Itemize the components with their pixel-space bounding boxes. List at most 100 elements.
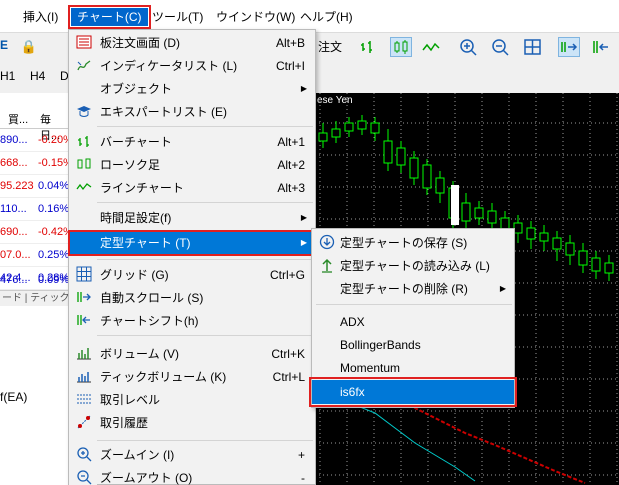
chart-shift-icon [75, 312, 93, 330]
new-order-label[interactable]: 注文 [318, 38, 342, 55]
market-row[interactable]: 07.0... 0.25% [0, 244, 70, 267]
menu-item-label: ボリューム (V) [100, 347, 179, 361]
chart-shift-tool-icon[interactable] [590, 37, 612, 57]
menu-item-shortcut: Alt+B [275, 36, 305, 50]
timeframe-h4[interactable]: H4 [30, 69, 45, 83]
menu-separator [97, 202, 313, 203]
market-watch-header: 買... 毎日... [0, 93, 70, 142]
menu-item-volumes[interactable]: ボリューム (V) Ctrl+K [69, 343, 315, 365]
candle-body [318, 132, 328, 142]
candle-body [344, 122, 354, 132]
menu-item-trade-history[interactable]: 取引履歴 [69, 412, 315, 434]
menu-item-label: ズームアウト (O) [100, 471, 193, 485]
change-value: 0.09% [38, 274, 70, 286]
menu-separator [97, 335, 313, 336]
tile-windows-icon[interactable] [522, 37, 544, 57]
market-row[interactable]: 476... 0.09% [0, 272, 70, 290]
trade-history-icon [75, 414, 93, 432]
menu-item-shortcut: Alt+3 [277, 181, 305, 195]
menu-item-tick-volumes[interactable]: ティックボリューム (K) Ctrl+L [69, 366, 315, 388]
submenu-arrow-icon: ▶ [300, 84, 307, 93]
menu-item-auto-scroll[interactable]: 自動スクロール (S) [69, 287, 315, 309]
line-chart-tool-icon[interactable] [420, 37, 442, 57]
menu-item-save-template[interactable]: 定型チャートの保存 (S) [312, 232, 514, 254]
menu-item-zoom-out[interactable]: ズームアウト (O) - [69, 467, 315, 485]
timeframe-h1[interactable]: H1 [0, 69, 15, 83]
menu-item-candlesticks[interactable]: ローソク足 Alt+2 [69, 154, 315, 176]
menu-item-label: エキスパートリスト (E) [100, 105, 227, 119]
candle-body [383, 140, 393, 164]
menu-item-template-bollingerbands[interactable]: BollingerBands [312, 334, 514, 356]
experts-icon [75, 103, 93, 121]
menu-item-shortcut: - [301, 471, 305, 485]
candlestick-tool-icon[interactable] [390, 37, 412, 57]
menu-item-label: ローソク足 [100, 158, 161, 172]
menu-item-label: 定型チャートの保存 (S) [340, 236, 468, 250]
candle-body [474, 207, 484, 219]
menu-item-line-chart[interactable]: ラインチャート Alt+3 [69, 177, 315, 199]
menu-item-trade-levels[interactable]: 取引レベル [69, 389, 315, 411]
market-row[interactable]: 95.223 0.04% [0, 175, 70, 198]
menu-window[interactable]: ウインドウ(W) [210, 8, 301, 26]
candle-body [331, 128, 341, 138]
menu-item-label: 時間足設定(f) [100, 211, 172, 225]
change-value: 0.16% [38, 203, 70, 215]
menu-item-indicators-list[interactable]: インディケータリスト (L) Ctrl+I [69, 55, 315, 77]
menu-item-label: バーチャート [100, 135, 172, 149]
menu-insert[interactable]: 挿入(I) [17, 8, 64, 26]
menu-item-template-momentum[interactable]: Momentum [312, 357, 514, 379]
candle-body [409, 157, 419, 179]
zoom-out-tool-icon[interactable] [490, 37, 512, 57]
menu-item-grid[interactable]: グリッド (G) Ctrl+G [69, 264, 315, 286]
candle-body [578, 250, 588, 266]
trade-levels-icon [75, 391, 93, 409]
menu-item-objects[interactable]: オブジェクト ▶ [69, 78, 315, 100]
market-row[interactable]: 110... 0.16% [0, 198, 70, 221]
menu-tools[interactable]: ツール(T) [146, 8, 209, 26]
menu-item-timeframes[interactable]: 時間足設定(f) ▶ [69, 207, 315, 229]
bid-value: 110... [0, 203, 27, 215]
auto-scroll-tool-icon[interactable] [558, 37, 580, 57]
market-row[interactable]: 890... -0.20% [0, 129, 73, 152]
zoom-in-icon [75, 446, 93, 464]
candle-body [565, 242, 575, 256]
menu-item-label: 取引レベル [100, 393, 161, 407]
market-watch-tabs[interactable]: ード | ティック [0, 290, 70, 306]
column-bid[interactable]: 買... [8, 111, 28, 127]
lock-icon[interactable]: 🔒 [18, 37, 40, 57]
candle-body [451, 185, 459, 225]
market-row[interactable]: 668... -0.15% [0, 152, 73, 175]
menu-item-label: 定型チャートの削除 (R) [340, 282, 468, 296]
menu-separator [97, 259, 313, 260]
menu-item-experts-list[interactable]: エキスパートリスト (E) [69, 101, 315, 123]
menu-item-zoom-in[interactable]: ズームイン (I) + [69, 444, 315, 466]
menu-item-template-is6fx[interactable]: is6fx [309, 377, 517, 407]
menu-item-chart-shift[interactable]: チャートシフト(h) [69, 310, 315, 332]
menu-charts[interactable]: チャート(C) [68, 5, 151, 29]
menu-item-shortcut: Alt+2 [277, 158, 305, 172]
candle-body [396, 147, 406, 166]
menu-item-depth-of-market[interactable]: 板注文画面 (D) Alt+B [69, 32, 315, 54]
menu-item-label: Momentum [340, 361, 401, 375]
depth-of-market-icon [75, 34, 93, 52]
menu-help[interactable]: ヘルプ(H) [294, 8, 359, 26]
menu-item-template[interactable]: 定型チャート (T) ▶ [68, 230, 316, 256]
menu-separator [97, 440, 313, 441]
candle-body [357, 120, 367, 130]
menu-item-label: 定型チャートの読み込み (L) [340, 259, 490, 273]
tick-volume-icon [75, 368, 93, 386]
menu-item-bar-chart[interactable]: バーチャート Alt+1 [69, 131, 315, 153]
menu-item-load-template[interactable]: 定型チャートの読み込み (L) [312, 255, 514, 277]
navigator-ea-label[interactable]: f(EA) [0, 390, 27, 404]
menu-item-template-adx[interactable]: ADX [312, 311, 514, 333]
menu-item-remove-template[interactable]: 定型チャートの削除 (R) ▶ [312, 278, 514, 300]
candlestick-icon [75, 156, 93, 174]
menu-item-shortcut: Alt+1 [277, 135, 305, 149]
candle-body [604, 262, 614, 274]
bar-chart-tool-icon[interactable] [358, 37, 380, 57]
zoom-in-tool-icon[interactable] [458, 37, 480, 57]
menu-item-shortcut: + [297, 448, 305, 462]
market-row[interactable]: 690... -0.42% [0, 221, 73, 244]
candle-body [487, 210, 497, 224]
menu-item-shortcut: Ctrl+I [275, 59, 305, 73]
